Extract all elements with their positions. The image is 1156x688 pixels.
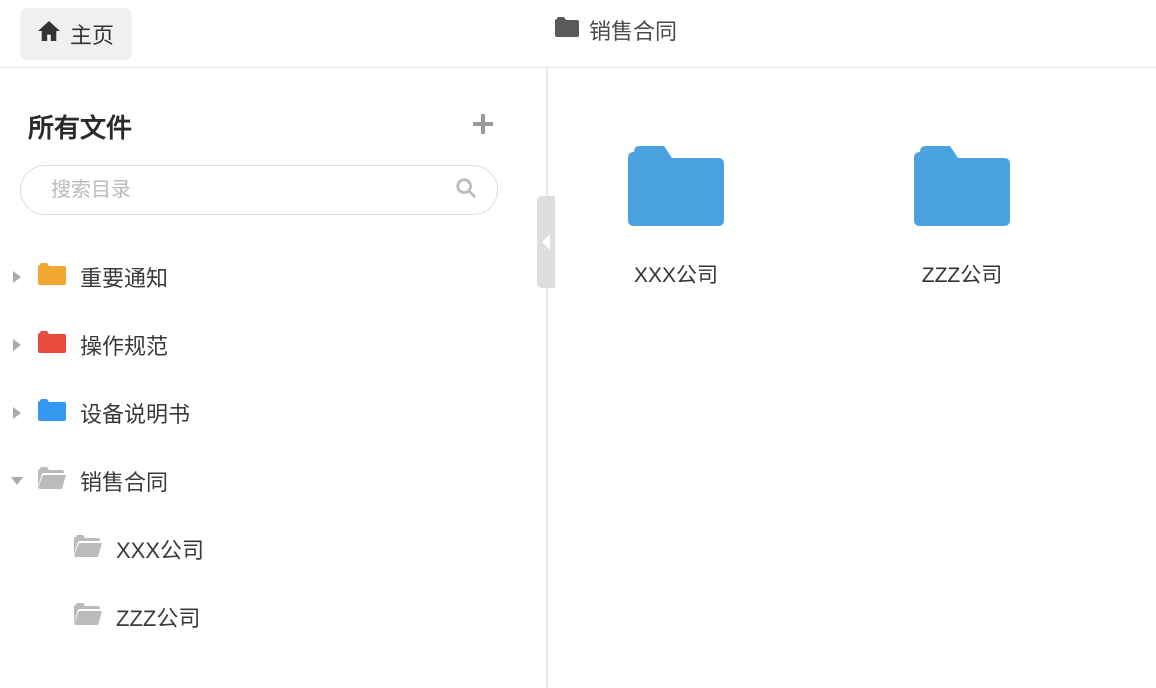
sidebar-title: 所有文件 <box>28 108 132 145</box>
home-icon <box>38 21 60 47</box>
folder-icon <box>628 146 724 231</box>
chevron-right-icon[interactable] <box>10 407 24 419</box>
tree-item-label: 重要通知 <box>80 261 168 293</box>
home-button[interactable]: 主页 <box>20 8 132 60</box>
sidebar: 所有文件 重要通知操作规范设备说明书销售合同 XXX公司 ZZZ公司 <box>0 68 548 688</box>
search-icon <box>455 177 477 204</box>
tree-item[interactable]: 设备说明书 <box>0 379 518 447</box>
breadcrumb-label: 销售合同 <box>589 14 677 46</box>
breadcrumb: 销售合同 <box>555 14 677 46</box>
tree-item[interactable]: 重要通知 <box>0 243 518 311</box>
folder-icon <box>38 398 66 428</box>
folder-card-label: XXX公司 <box>634 259 718 289</box>
main-container: 所有文件 重要通知操作规范设备说明书销售合同 XXX公司 ZZZ公司 <box>0 68 1156 688</box>
folder-icon <box>74 602 102 632</box>
chevron-right-icon[interactable] <box>10 339 24 351</box>
chevron-right-icon[interactable] <box>10 271 24 283</box>
tree-item[interactable]: XXX公司 <box>0 515 518 583</box>
folder-icon <box>38 466 66 496</box>
tree-item[interactable]: 销售合同 <box>0 447 518 515</box>
tree-item-label: ZZZ公司 <box>116 601 200 633</box>
tree-item-label: XXX公司 <box>116 533 204 565</box>
folder-icon <box>38 330 66 360</box>
sidebar-header: 所有文件 <box>0 88 518 165</box>
tree-item-label: 销售合同 <box>80 465 168 497</box>
tree-item[interactable]: ZZZ公司 <box>0 583 518 651</box>
folder-icon <box>74 534 102 564</box>
add-button[interactable] <box>473 113 498 141</box>
folder-card[interactable]: XXX公司 <box>588 146 764 289</box>
search-container <box>0 165 518 233</box>
folder-icon <box>555 17 579 43</box>
sidebar-collapse-handle[interactable] <box>537 196 555 288</box>
folder-icon <box>914 146 1010 231</box>
chevron-down-icon[interactable] <box>10 476 24 486</box>
tree-item[interactable]: 操作规范 <box>0 311 518 379</box>
folder-tree: 重要通知操作规范设备说明书销售合同 XXX公司 ZZZ公司 <box>0 233 518 651</box>
content-area: XXX公司 ZZZ公司 <box>548 68 1156 688</box>
tree-item-label: 操作规范 <box>80 329 168 361</box>
folder-card[interactable]: ZZZ公司 <box>874 146 1050 289</box>
folder-icon <box>38 262 66 292</box>
home-label: 主页 <box>70 18 114 50</box>
search-box[interactable] <box>20 165 498 215</box>
folder-card-label: ZZZ公司 <box>922 259 1002 289</box>
tree-item-label: 设备说明书 <box>80 397 190 429</box>
search-input[interactable] <box>51 179 447 202</box>
